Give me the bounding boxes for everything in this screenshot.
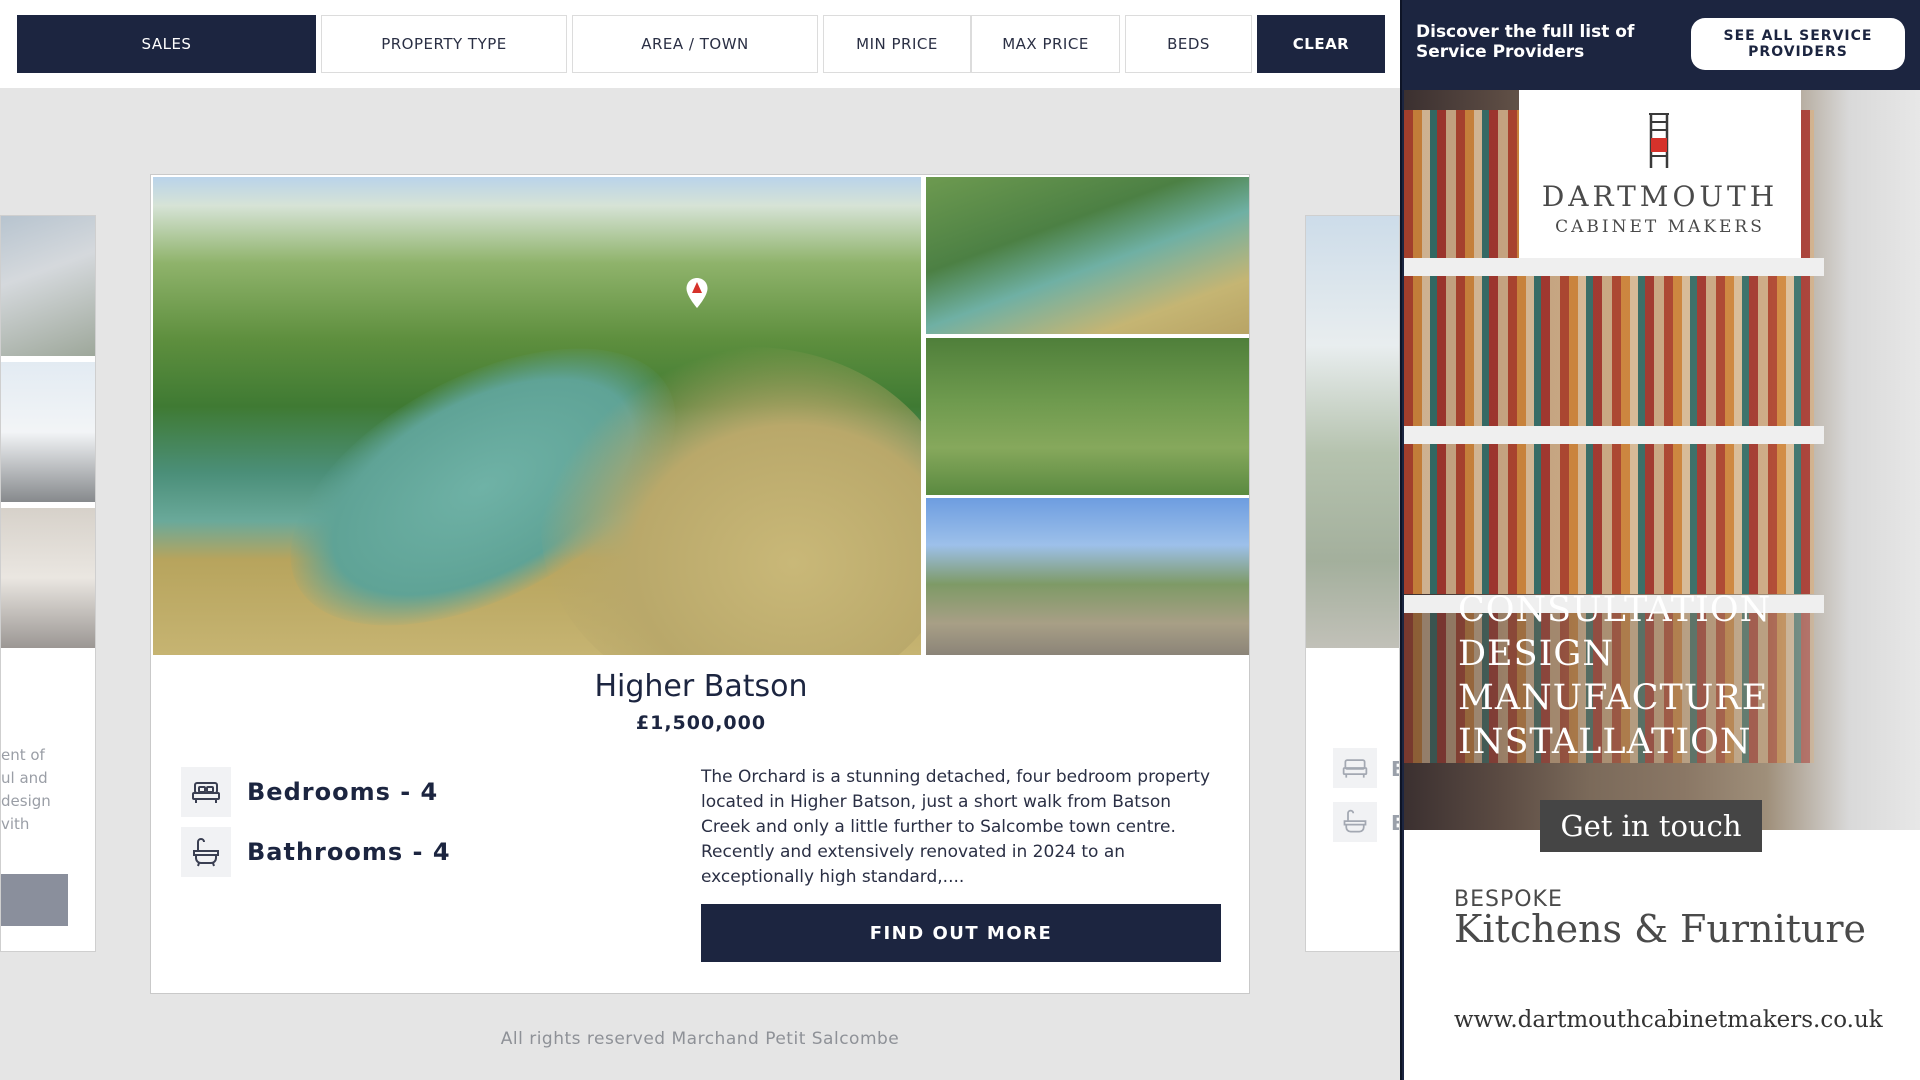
listing-thumbnail-2[interactable] xyxy=(926,338,1249,495)
location-marker-icon xyxy=(686,278,708,308)
ad-brand-logo: DARTMOUTH CABINET MAKERS xyxy=(1519,90,1801,258)
listing-description: The Orchard is a stunning detached, four… xyxy=(701,767,1211,887)
filter-bar: SALES PROPERTY TYPE AREA / TOWN MIN PRIC… xyxy=(0,0,1400,88)
listing-title: Higher Batson xyxy=(594,669,808,704)
find-out-more-button[interactable]: FIND OUT MORE xyxy=(701,904,1221,962)
ad-tagline: Kitchens & Furniture xyxy=(1454,907,1867,951)
listing-card: Higher Batson £1,500,000 Bedrooms - 4 Ba… xyxy=(150,174,1250,994)
ad-service-item: MANUFACTURE xyxy=(1458,678,1769,718)
ad-books-row xyxy=(1404,276,1814,426)
filter-beds-button[interactable]: BEDS xyxy=(1125,15,1252,73)
ad-shelf xyxy=(1404,426,1824,444)
service-providers-sidebar: Discover the full list of Service Provid… xyxy=(1400,0,1920,1080)
bed-icon xyxy=(1333,748,1377,788)
ad-shelf xyxy=(1404,258,1824,276)
see-all-service-providers-button[interactable]: SEE ALL SERVICE PROVIDERS xyxy=(1691,18,1905,70)
filter-area-town-button[interactable]: AREA / TOWN xyxy=(572,15,818,73)
previous-listing-button[interactable] xyxy=(1,874,68,926)
bed-icon xyxy=(181,767,231,817)
listing-price: £1,500,000 xyxy=(635,712,767,734)
ad-service-item: DESIGN xyxy=(1458,634,1614,674)
listing-thumbnail-3[interactable] xyxy=(926,498,1249,655)
filter-max-price-button[interactable]: MAX PRICE xyxy=(971,15,1120,73)
chair-logo-icon xyxy=(1649,113,1669,168)
filter-clear-button[interactable]: CLEAR xyxy=(1257,15,1385,73)
bathrooms-label: Bathrooms - 4 xyxy=(247,838,451,866)
ad-services-list: CONSULTATION DESIGN MANUFACTURE INSTALLA… xyxy=(1458,588,1771,764)
bath-icon xyxy=(181,827,231,877)
bath-icon xyxy=(1333,802,1377,842)
filter-sales-button[interactable]: SALES xyxy=(17,15,316,73)
next-listing-bathrooms: B xyxy=(1391,811,1399,835)
listing-main-photo[interactable] xyxy=(153,177,921,655)
ad-books-row xyxy=(1404,444,1814,594)
advertisement-banner[interactable]: DARTMOUTH CABINET MAKERS CONSULTATION DE… xyxy=(1404,90,1920,1080)
previous-listing-photo xyxy=(1,216,95,356)
filter-min-price-button[interactable]: MIN PRICE xyxy=(823,15,971,73)
bathrooms-spec: Bathrooms - 4 xyxy=(181,827,451,877)
listing-thumbnail-1[interactable] xyxy=(926,177,1249,334)
ad-website-link[interactable]: www.dartmouthcabinetmakers.co.uk xyxy=(1454,1007,1883,1033)
previous-listing-photo xyxy=(1,362,95,502)
ad-service-item: INSTALLATION xyxy=(1458,722,1752,762)
ad-brand-name: DARTMOUTH xyxy=(1541,180,1779,213)
bedrooms-spec: Bedrooms - 4 xyxy=(181,767,438,817)
footer-copyright: All rights reserved Marchand Petit Salco… xyxy=(500,1029,900,1049)
bedrooms-label: Bedrooms - 4 xyxy=(247,778,439,806)
sidebar-header: Discover the full list of Service Provid… xyxy=(1402,0,1920,90)
ad-brand-subname: CABINET MAKERS xyxy=(1555,217,1765,237)
ad-get-in-touch-button[interactable]: Get in touch xyxy=(1540,800,1762,852)
listing-carousel: ent of ul and design vith B B Higher Bat… xyxy=(0,88,1400,1080)
previous-listing-description: ent of ul and design vith xyxy=(1,746,51,833)
next-listing-card[interactable]: B B xyxy=(1305,215,1400,952)
next-listing-bedrooms: B xyxy=(1391,757,1399,781)
previous-listing-photo xyxy=(1,508,95,648)
sidebar-heading: Discover the full list of Service Provid… xyxy=(1416,22,1635,62)
previous-listing-card[interactable]: ent of ul and design vith xyxy=(0,215,96,952)
ad-service-item: CONSULTATION xyxy=(1458,590,1772,630)
filter-property-type-button[interactable]: PROPERTY TYPE xyxy=(321,15,567,73)
next-listing-photo xyxy=(1306,216,1399,648)
